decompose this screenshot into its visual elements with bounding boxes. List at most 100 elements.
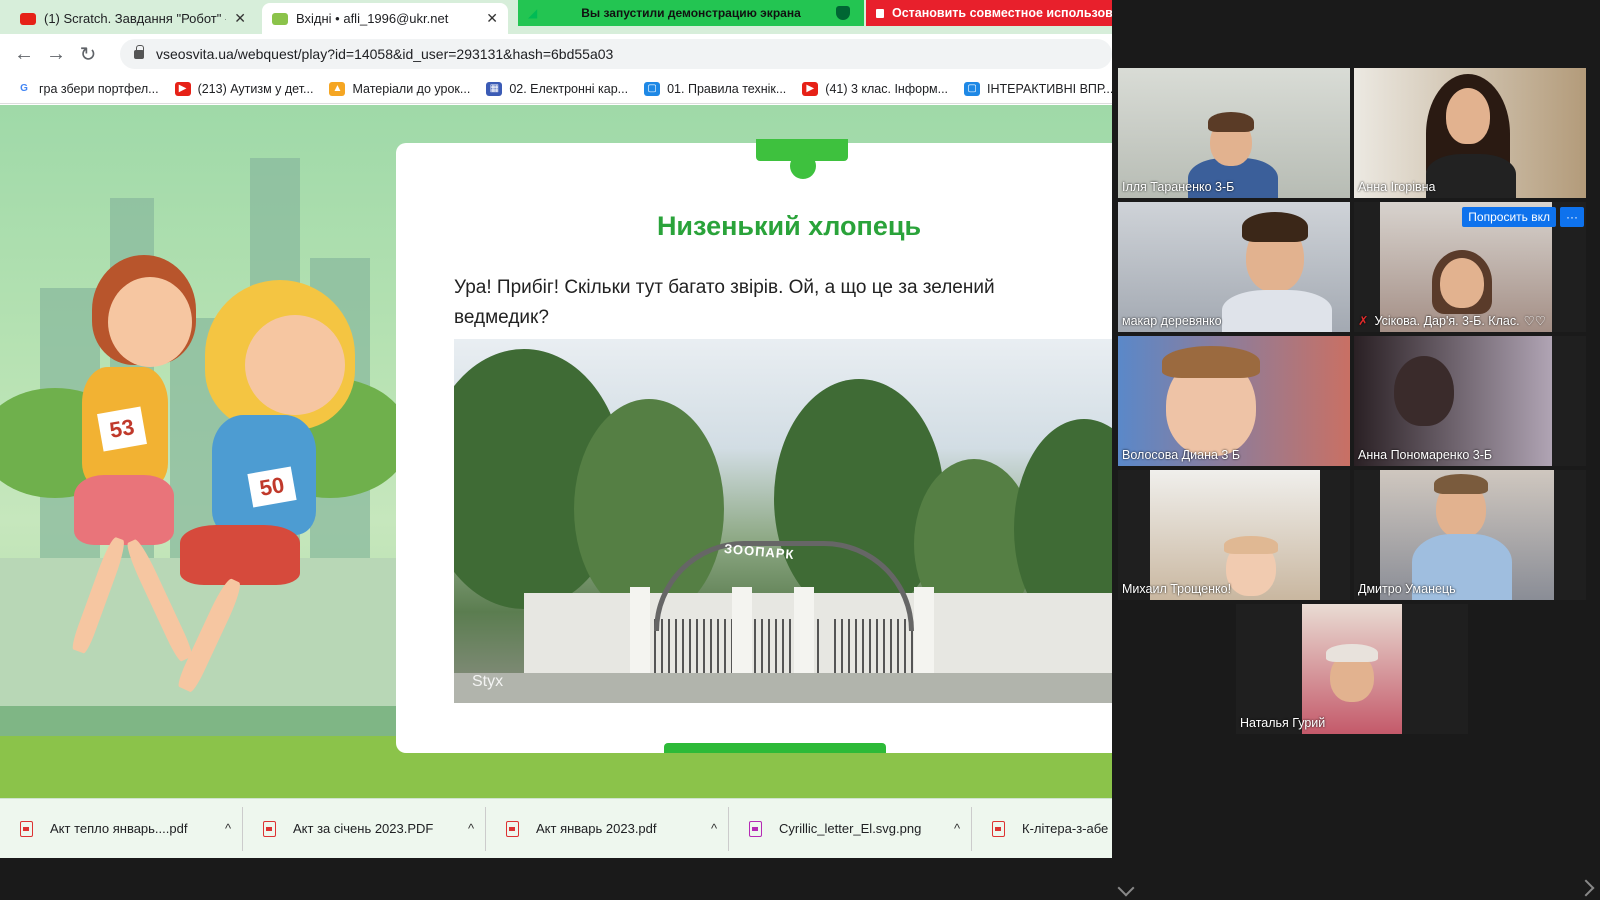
participant-tile[interactable]: Попросить вкл ··· ✗ Усікова. Дар'я. 3-Б. …: [1354, 202, 1586, 332]
participant-hair: [1242, 212, 1308, 242]
download-item[interactable]: Акт за січень 2023.PDF ^: [243, 806, 486, 851]
share-icon: ◢: [528, 6, 538, 20]
download-item[interactable]: К-літера-з-абе: [972, 807, 1112, 851]
participant-name: Ілля Тараненко 3-Б: [1122, 180, 1235, 194]
participant-face: [1394, 356, 1454, 426]
gate-pillar: [914, 587, 934, 673]
bookmarks-bar: Gгра збери портфел... ▶ (213) Аутизм у де…: [0, 74, 1112, 104]
letterbox: [1320, 470, 1350, 600]
stop-share-label: Остановить совместное использование: [892, 6, 1112, 20]
participant-tile[interactable]: Наталья Гурий: [1236, 604, 1468, 734]
card-text: Ура! Прибіг! Скільки тут багато звірів. …: [454, 277, 995, 328]
download-item[interactable]: Cyrillic_letter_El.svg.png ^: [729, 806, 972, 851]
download-item[interactable]: Акт январь 2023.pdf ^: [486, 806, 729, 851]
participant-tile[interactable]: Анна Пономаренко 3-Б: [1354, 336, 1586, 466]
tab-strip: (1) Scratch. Завдання "Робот" - Y ✕ Вхід…: [0, 0, 1112, 34]
bookmark-item[interactable]: Gгра збери портфел...: [16, 81, 159, 96]
screen: (1) Scratch. Завдання "Робот" - Y ✕ Вхід…: [0, 0, 1600, 900]
participant-hair: [1326, 644, 1378, 662]
image-file-icon: [749, 820, 762, 837]
more-options-button[interactable]: ···: [1560, 207, 1584, 227]
resize-handle-icon[interactable]: [1117, 879, 1135, 897]
drive-icon: ▲: [329, 81, 346, 96]
bookmark-label: Матеріали до урок...: [352, 81, 471, 96]
letterbox: [1354, 470, 1380, 600]
bookmark-item[interactable]: ▢ ІНТЕРАКТИВНІ ВПР...: [964, 81, 1112, 96]
close-tab-icon[interactable]: ✕: [486, 10, 498, 27]
letterbox: [1402, 604, 1468, 734]
participant-name: Усікова. Дар'я. 3-Б. Клас.: [1374, 314, 1520, 328]
race-bib: 53: [97, 406, 147, 452]
calendar-icon: ▦: [486, 81, 503, 96]
letterbox: [1118, 470, 1150, 600]
download-name: Акт за січень 2023.PDF: [293, 821, 434, 836]
letterbox: [1552, 336, 1586, 466]
participant-tile[interactable]: Ілля Тараненко 3-Б: [1118, 68, 1350, 198]
ask-to-unmute-button[interactable]: Попросить вкл: [1462, 207, 1556, 227]
chevron-up-icon[interactable]: ^: [457, 821, 485, 836]
quest-card: Низенький хлопець Ура! Прибіг! Скільки т…: [396, 139, 1112, 753]
download-item[interactable]: Акт тепло январь....pdf ^: [0, 806, 243, 851]
resize-handle-icon[interactable]: [1577, 879, 1595, 897]
participant-tile[interactable]: Волосова Диана 3 Б: [1118, 336, 1350, 466]
youtube-icon: [20, 12, 36, 25]
participant-name: Михаил Трощенко!: [1122, 582, 1232, 596]
lock-icon: [134, 44, 144, 59]
bookmark-item[interactable]: ▶ (213) Аутизм у дет...: [174, 81, 314, 96]
participant-tile[interactable]: Дмитро Уманець: [1354, 470, 1586, 600]
zoom-gallery-panel: Ілля Тараненко 3-Б Анна Ігорівна макар д…: [1112, 0, 1600, 900]
plaza: [454, 673, 1112, 703]
participant-name: Наталья Гурий: [1240, 716, 1326, 730]
participant-name-row: ✗ Усікова. Дар'я. 3-Б. Клас. ♡♡: [1358, 313, 1546, 328]
reload-icon[interactable]: ↻: [72, 38, 104, 70]
tab-ukrnet-inbox[interactable]: Вхідні • afli_1996@ukr.net ✕: [262, 3, 508, 34]
puzzle-icon: [756, 139, 848, 179]
girl-shorts: [180, 525, 300, 585]
participant-hair: [1162, 346, 1260, 378]
page-icon: ▢: [644, 81, 661, 96]
pdf-file-icon: [263, 820, 276, 837]
share-banner-text: Вы запустили демонстрацию экрана: [581, 6, 801, 20]
participant-hair: [1208, 112, 1254, 132]
chevron-up-icon[interactable]: ^: [214, 821, 242, 836]
participant-tile[interactable]: Анна Ігорівна: [1354, 68, 1586, 198]
stop-share-button[interactable]: Остановить совместное использование: [866, 0, 1112, 26]
participant-name: Анна Ігорівна: [1358, 180, 1436, 194]
address-bar[interactable]: vseosvita.ua/webquest/play?id=14058&id_u…: [120, 39, 1112, 69]
girl-skirt: [74, 475, 174, 545]
girl-face: [108, 277, 192, 367]
zoo-photo: ЗООПАРК Styx: [454, 339, 1112, 703]
participant-name: Анна Пономаренко 3-Б: [1358, 448, 1493, 462]
participant-tile[interactable]: макар деревянко: [1118, 202, 1350, 332]
bookmark-item[interactable]: ▲ Матеріали до урок...: [329, 81, 471, 96]
bookmark-item[interactable]: ▶ (41) 3 клас. Інформ...: [802, 81, 948, 96]
back-icon[interactable]: ←: [8, 38, 40, 70]
participant-name: Дмитро Уманець: [1358, 582, 1456, 596]
screen-share-banner: ◢ Вы запустили демонстрацию экрана: [518, 0, 864, 26]
bookmark-item[interactable]: ▦ 02. Електронні кар...: [486, 81, 629, 96]
tab-title: Вхідні • afli_1996@ukr.net: [296, 11, 449, 26]
participant-name: Волосова Диана 3 Б: [1122, 448, 1241, 462]
bookmark-item[interactable]: ▢ 01. Правила технік...: [644, 81, 787, 96]
chevron-up-icon[interactable]: ^: [700, 821, 728, 836]
tab-title: (1) Scratch. Завдання "Робот" - Y: [44, 11, 227, 26]
next-button[interactable]: [664, 743, 886, 753]
browser-window: (1) Scratch. Завдання "Робот" - Y ✕ Вхід…: [0, 0, 1112, 858]
bookmark-label: (213) Аутизм у дет...: [197, 81, 314, 96]
url-text: vseosvita.ua/webquest/play?id=14058&id_u…: [156, 46, 614, 62]
webquest-page: 53 50 Низенький хлопець Ура! Прибіг! Скі…: [0, 105, 1112, 798]
participant-tile-active-speaker[interactable]: Михаил Трощенко!: [1118, 470, 1350, 600]
tab-scratch[interactable]: (1) Scratch. Завдання "Робот" - Y ✕: [10, 3, 256, 34]
bookmark-label: 02. Електронні кар...: [509, 81, 629, 96]
card-title: Низенький хлопець: [656, 211, 922, 241]
participant-shirt: [1426, 154, 1516, 198]
pdf-file-icon: [20, 820, 33, 837]
google-icon: G: [16, 81, 32, 96]
close-tab-icon[interactable]: ✕: [234, 10, 246, 27]
chevron-up-icon[interactable]: ^: [943, 821, 971, 836]
download-name: Cyrillic_letter_El.svg.png: [779, 821, 922, 836]
bookmark-label: 01. Правила технік...: [667, 81, 787, 96]
download-name: Акт январь 2023.pdf: [536, 821, 657, 836]
bookmark-label: гра збери портфел...: [39, 81, 159, 96]
forward-icon[interactable]: →: [40, 38, 72, 70]
